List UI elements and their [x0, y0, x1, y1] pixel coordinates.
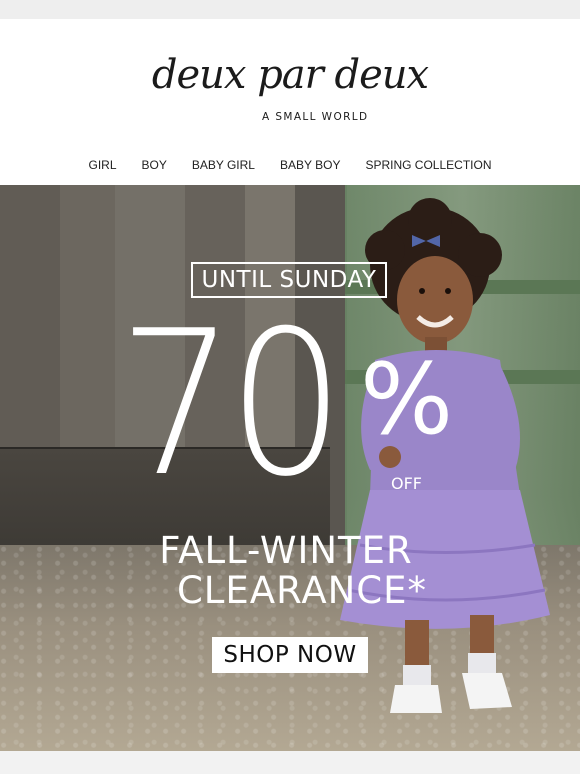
- nav-item-girl[interactable]: GIRL: [88, 158, 116, 172]
- child-eye: [445, 288, 451, 294]
- shop-now-button[interactable]: SHOP NOW: [212, 637, 368, 673]
- brand-logo[interactable]: deux par deux A SMALL WORLD: [0, 52, 580, 123]
- child-hair-curl: [458, 233, 502, 277]
- headline-line-2: CLEARANCE*: [176, 569, 428, 612]
- bottom-spacer: [0, 751, 580, 774]
- nav-item-boy[interactable]: BOY: [142, 158, 167, 172]
- child-eye: [419, 288, 425, 294]
- child-face: [397, 256, 473, 344]
- child-shoe: [462, 673, 512, 709]
- off-label: OFF: [391, 474, 422, 493]
- child-sock: [403, 665, 431, 687]
- child-hair-curl: [408, 198, 452, 242]
- nav-item-spring-collection[interactable]: SPRING COLLECTION: [365, 158, 491, 172]
- child-shoe: [390, 685, 442, 713]
- sale-headline: FALL-WINTER CLEARANCE*: [0, 531, 580, 611]
- nav-item-baby-girl[interactable]: BABY GIRL: [192, 158, 255, 172]
- child-sock: [468, 653, 496, 675]
- brand-name: deux par deux: [151, 52, 429, 98]
- discount-number: 70: [118, 288, 345, 521]
- hero-banner[interactable]: UNTIL SUNDAY 70 % OFF FALL-WINTER CLEARA…: [0, 185, 580, 751]
- email-header: deux par deux A SMALL WORLD GIRL BOY BAB…: [0, 19, 580, 185]
- percent-sign: %: [360, 343, 454, 457]
- top-bar: [0, 0, 580, 19]
- category-nav: GIRL BOY BABY GIRL BABY BOY SPRING COLLE…: [0, 158, 580, 172]
- headline-line-1: FALL-WINTER: [159, 529, 413, 572]
- nav-item-baby-boy[interactable]: BABY BOY: [280, 158, 340, 172]
- brand-tagline: A SMALL WORLD: [262, 111, 369, 123]
